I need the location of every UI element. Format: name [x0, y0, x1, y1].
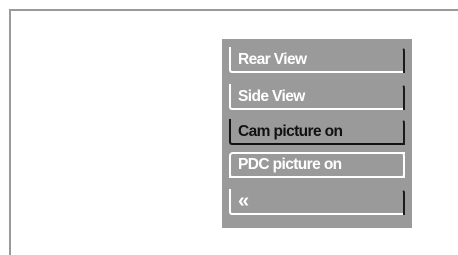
- rear-view-label: Rear View: [238, 51, 307, 68]
- screen-frame-left: [9, 9, 11, 255]
- camera-menu-panel: Rear View Side View Cam picture on PDC p…: [222, 39, 412, 228]
- pdc-picture-on-menu-item[interactable]: PDC picture on: [229, 152, 405, 178]
- cam-picture-on-label: Cam picture on: [238, 123, 343, 140]
- pdc-picture-on-label: PDC picture on: [238, 156, 342, 173]
- screen-frame-top: [9, 9, 458, 11]
- cam-picture-on-menu-item[interactable]: Cam picture on: [229, 119, 405, 145]
- back-menu-item[interactable]: «: [229, 189, 405, 215]
- rear-view-menu-item[interactable]: Rear View: [229, 47, 405, 73]
- double-chevron-left-icon: «: [238, 190, 249, 212]
- side-view-menu-item[interactable]: Side View: [229, 84, 405, 110]
- side-view-label: Side View: [238, 88, 305, 105]
